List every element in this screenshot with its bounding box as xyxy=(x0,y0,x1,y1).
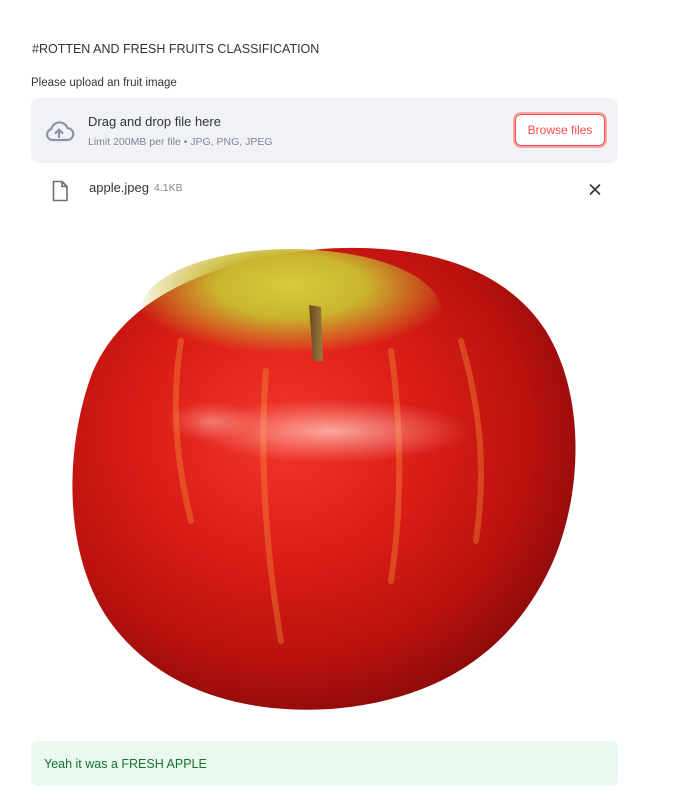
prediction-result-text: Yeah it was a FRESH APPLE xyxy=(44,757,207,771)
file-dropzone[interactable]: Drag and drop file here Limit 200MB per … xyxy=(31,98,618,163)
app-page: #ROTTEN AND FRESH FRUITS CLASSIFICATION … xyxy=(0,0,682,806)
remove-file-button[interactable] xyxy=(584,178,606,200)
uploaded-fruit-image xyxy=(31,221,618,723)
cloud-upload-icon xyxy=(43,118,75,144)
page-title: #ROTTEN AND FRESH FRUITS CLASSIFICATION xyxy=(32,42,320,56)
dropzone-instructions: Drag and drop file here xyxy=(88,114,221,129)
close-icon xyxy=(584,184,606,203)
prediction-result-alert: Yeah it was a FRESH APPLE xyxy=(31,741,618,786)
file-name: apple.jpeg xyxy=(89,180,149,195)
dropzone-limit-text: Limit 200MB per file • JPG, PNG, JPEG xyxy=(88,136,273,148)
browse-files-button[interactable]: Browse files xyxy=(515,114,605,146)
uploaded-file-row: apple.jpeg 4.1KB xyxy=(31,172,618,206)
file-icon xyxy=(51,180,69,202)
file-size: 4.1KB xyxy=(154,182,183,194)
uploader-label: Please upload an fruit image xyxy=(31,77,177,89)
